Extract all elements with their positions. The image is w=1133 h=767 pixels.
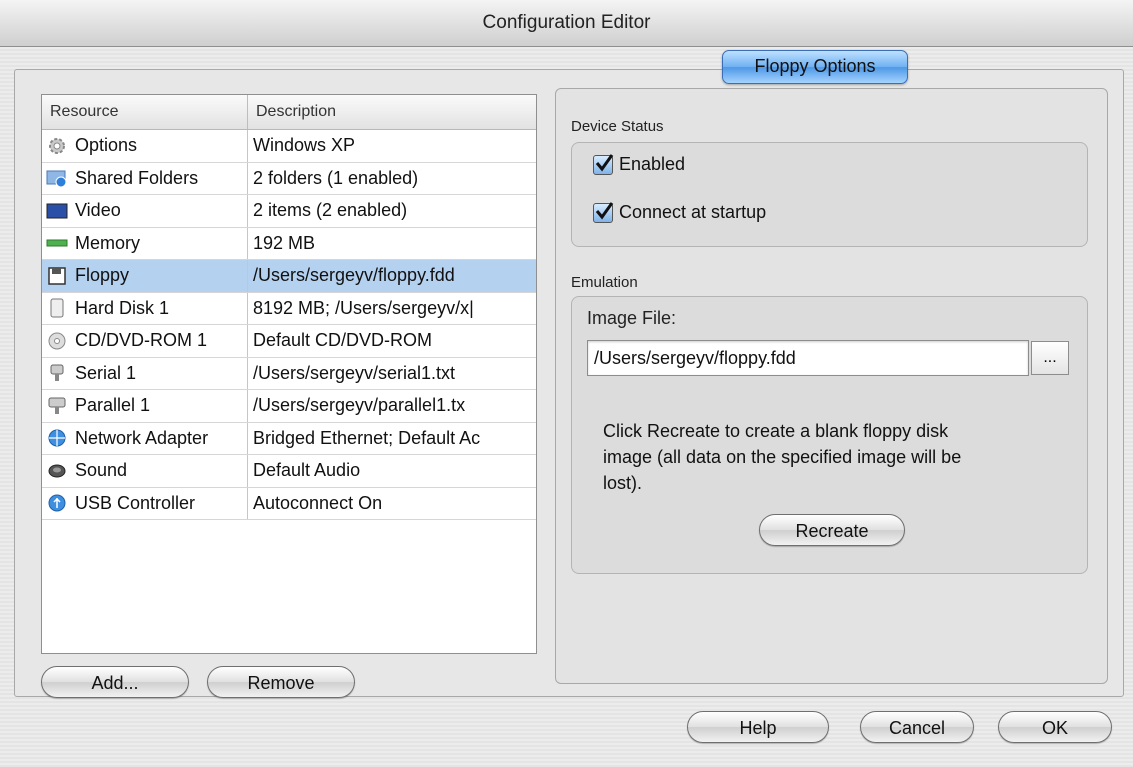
network-icon [46, 427, 68, 449]
resource-cell: USB Controller [42, 487, 248, 519]
description-cell: /Users/sergeyv/floppy.fdd [253, 265, 455, 285]
resource-label: Shared Folders [75, 167, 199, 188]
image-file-input[interactable]: /Users/sergeyv/floppy.fdd [587, 340, 1029, 376]
resource-label: CD/DVD-ROM 1 [75, 330, 208, 351]
resource-label: Hard Disk 1 [75, 297, 170, 318]
remove-button[interactable]: Remove [207, 666, 355, 698]
table-row[interactable]: CD/DVD-ROM 1 Default CD/DVD-ROM [42, 325, 536, 358]
resource-label: Parallel 1 [75, 395, 151, 416]
description-cell: Default Audio [253, 460, 361, 480]
memory-icon [46, 232, 68, 254]
emulation-label: Emulation [571, 274, 638, 291]
table-row[interactable]: Shared Folders 2 folders (1 enabled) [42, 162, 536, 195]
resource-cell: Hard Disk 1 [42, 292, 248, 324]
ok-button[interactable]: OK [998, 711, 1112, 743]
floppy-icon [46, 265, 68, 287]
table-row[interactable]: Sound Default Audio [42, 455, 536, 488]
recreate-info-line2: image (all data on the specified image w… [603, 447, 962, 467]
resource-cell: Options [42, 130, 248, 162]
add-button[interactable]: Add... [41, 666, 189, 698]
enabled-label: Enabled [619, 154, 686, 174]
description-cell: 2 folders (1 enabled) [253, 167, 419, 188]
table-row[interactable]: Hard Disk 1 8192 MB; /Users/sergeyv/x| [42, 292, 536, 325]
floppy-options-tab[interactable]: Floppy Options [722, 50, 908, 84]
column-header-description[interactable]: Description [248, 95, 536, 129]
resource-label: Options [75, 135, 138, 156]
resource-label: Floppy [75, 265, 130, 286]
resource-cell: Memory [42, 227, 248, 259]
description-cell: 2 items (2 enabled) [253, 200, 408, 220]
description-cell: Bridged Ethernet; Default Ac [253, 427, 481, 448]
resource-label: USB Controller [75, 492, 196, 513]
video-icon [46, 200, 68, 222]
cd-icon [46, 330, 68, 352]
hard-disk-icon [46, 297, 68, 319]
image-file-label: Image File: [587, 308, 677, 328]
checkbox-checked-icon [593, 153, 614, 175]
shared-folders-icon [46, 167, 68, 189]
serial-port-icon [46, 362, 68, 384]
resource-label: Serial 1 [75, 362, 137, 383]
resource-cell: Floppy [42, 260, 248, 292]
table-row[interactable]: Memory 192 MB [42, 227, 536, 260]
table-header: Resource Description [42, 95, 536, 130]
device-status-label: Device Status [571, 118, 664, 135]
browse-button[interactable]: ... [1031, 341, 1069, 375]
sound-icon [46, 460, 68, 482]
connect-at-startup-checkbox[interactable]: Connect at startup [593, 201, 767, 223]
resource-table: Resource Description Options Windows XP Sh… [41, 94, 537, 654]
resource-label: Network Adapter [75, 427, 209, 448]
column-header-resource[interactable]: Resource [42, 95, 248, 129]
resource-cell: Serial 1 [42, 357, 248, 389]
description-cell: /Users/sergeyv/serial1.txt [253, 362, 456, 383]
usb-icon [46, 492, 68, 514]
table-row[interactable]: Serial 1/Users/sergeyv/serial1.txt [42, 357, 536, 390]
resource-cell: Network Adapter [42, 422, 248, 454]
connect-at-startup-label: Connect at startup [619, 202, 767, 222]
window-title: Configuration Editor [0, 0, 1133, 47]
table-row[interactable]: Network Adapter Bridged Ethernet; Default… [42, 422, 536, 455]
resource-cell: Shared Folders [42, 162, 248, 194]
resource-label: Sound [75, 460, 128, 481]
table-body: Options Windows XP Shared Folders 2 folders… [42, 130, 536, 520]
description-cell: 8192 MB; /Users/sergeyv/x| [253, 297, 474, 318]
resource-cell: Sound [42, 455, 248, 487]
table-row[interactable]: Floppy/Users/sergeyv/floppy.fdd [42, 260, 536, 293]
description-cell: /Users/sergeyv/parallel1.tx [253, 395, 466, 415]
table-row[interactable]: USB Controller Autoconnect On [42, 487, 536, 520]
checkbox-checked-icon [593, 201, 614, 223]
recreate-button[interactable]: Recreate [759, 514, 905, 546]
enabled-checkbox[interactable]: Enabled [593, 153, 686, 175]
table-row[interactable]: Parallel 1/Users/sergeyv/parallel1.tx [42, 390, 536, 423]
description-cell: Default CD/DVD-ROM [253, 330, 433, 350]
table-row[interactable]: Options Windows XP [42, 130, 536, 163]
resource-label: Video [75, 200, 121, 221]
cancel-button[interactable]: Cancel [860, 711, 974, 743]
resource-label: Memory [75, 232, 141, 253]
help-button[interactable]: Help [687, 711, 829, 743]
resource-cell: Parallel 1 [42, 390, 248, 422]
parallel-port-icon [46, 395, 68, 417]
resource-cell: CD/DVD-ROM 1 [42, 325, 248, 357]
recreate-info-line1: Click Recreate to create a blank floppy … [603, 421, 949, 441]
description-cell: Autoconnect On [253, 492, 383, 513]
dialog-body: Resource Description Options Windows XP Sh… [0, 47, 1133, 767]
recreate-info-line3: lost). [603, 473, 643, 493]
resource-cell: Video [42, 195, 248, 227]
main-panel: Resource Description Options Windows XP Sh… [14, 69, 1124, 698]
description-cell: Windows XP [253, 135, 356, 155]
table-row[interactable]: Video 2 items (2 enabled) [42, 195, 536, 228]
description-cell: 192 MB [253, 232, 316, 253]
gear-icon [46, 135, 68, 157]
